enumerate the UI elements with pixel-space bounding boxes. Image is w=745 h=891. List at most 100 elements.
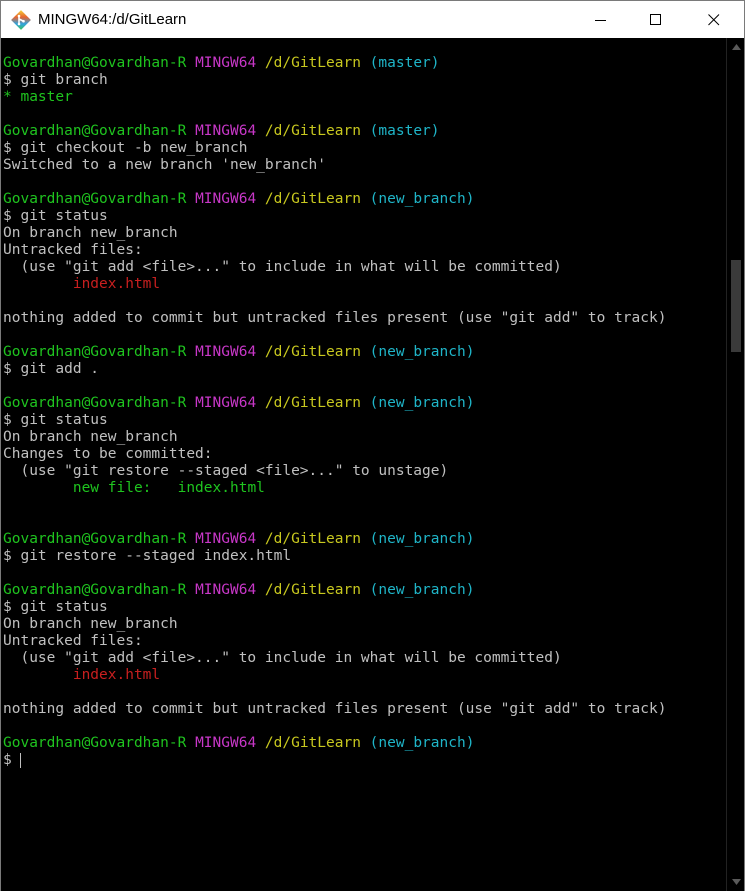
close-button[interactable]	[691, 1, 737, 39]
terminal-text: Switched to a new branch 'new_branch'	[3, 157, 327, 173]
terminal-text: index.html	[72, 667, 161, 683]
terminal-text: Govardhan@Govardhan-R	[3, 191, 187, 207]
terminal-line: * master	[1, 89, 726, 106]
scrollbar-thumb[interactable]	[731, 260, 741, 352]
terminal-text: (use "git restore --staged <file>..." to…	[3, 463, 449, 479]
terminal-line: $ git status	[1, 599, 726, 616]
terminal-line: Govardhan@Govardhan-R MINGW64 /d/GitLear…	[1, 735, 726, 752]
git-bash-icon	[11, 10, 31, 30]
terminal-line: $ git restore --staged index.html	[1, 548, 726, 565]
window-title: MINGW64:/d/GitLearn	[38, 11, 187, 28]
terminal-line: Govardhan@Govardhan-R MINGW64 /d/GitLear…	[1, 55, 726, 72]
terminal-line: (use "git add <file>..." to include in w…	[1, 259, 726, 276]
terminal-line: nothing added to commit but untracked fi…	[1, 701, 726, 718]
minimize-icon	[595, 20, 606, 21]
terminal-line: index.html	[1, 667, 726, 684]
terminal-line: $ git add .	[1, 361, 726, 378]
terminal-line: new file: index.html	[1, 480, 726, 497]
terminal-text: (new_branch)	[369, 735, 475, 751]
terminal-line: $ git status	[1, 208, 726, 225]
terminal-text: (master)	[369, 123, 440, 139]
terminal-text: MINGW64	[195, 55, 257, 71]
terminal-line: Govardhan@Govardhan-R MINGW64 /d/GitLear…	[1, 395, 726, 412]
terminal-line: Untracked files:	[1, 633, 726, 650]
title-bar[interactable]: MINGW64:/d/GitLearn	[0, 0, 745, 38]
terminal-text: Untracked files:	[3, 633, 143, 649]
prompt-symbol: $	[3, 752, 12, 768]
terminal-text: MINGW64	[195, 531, 257, 547]
terminal-line: $ git checkout -b new_branch	[1, 140, 726, 157]
terminal-line: On branch new_branch	[1, 225, 726, 242]
terminal-text: MINGW64	[195, 395, 257, 411]
maximize-icon	[650, 14, 661, 25]
terminal-text: nothing added to commit but untracked fi…	[3, 310, 667, 326]
terminal-text: $ git checkout -b new_branch	[3, 140, 248, 156]
terminal-text: (new_branch)	[369, 191, 475, 207]
terminal-text: nothing added to commit but untracked fi…	[3, 701, 667, 717]
terminal-line: Govardhan@Govardhan-R MINGW64 /d/GitLear…	[1, 123, 726, 140]
terminal-text: /d/GitLearn	[264, 395, 361, 411]
terminal-text: index.html	[72, 276, 161, 292]
terminal-text: /d/GitLearn	[264, 582, 361, 598]
terminal-text: Govardhan@Govardhan-R	[3, 55, 187, 71]
terminal-text: /d/GitLearn	[264, 123, 361, 139]
terminal-line: Govardhan@Govardhan-R MINGW64 /d/GitLear…	[1, 531, 726, 548]
terminal-text: /d/GitLearn	[264, 344, 361, 360]
command-prompt[interactable]: $	[1, 752, 726, 769]
terminal-text: * master	[3, 89, 73, 105]
maximize-button[interactable]	[633, 1, 679, 39]
terminal-line: Govardhan@Govardhan-R MINGW64 /d/GitLear…	[1, 191, 726, 208]
terminal-line: Changes to be committed:	[1, 446, 726, 463]
scroll-up-icon[interactable]	[732, 44, 741, 50]
terminal-text: /d/GitLearn	[264, 531, 361, 547]
terminal-text: MINGW64	[195, 344, 257, 360]
terminal-text: /d/GitLearn	[264, 191, 361, 207]
terminal-line: Govardhan@Govardhan-R MINGW64 /d/GitLear…	[1, 582, 726, 599]
scroll-down-icon[interactable]	[732, 879, 741, 885]
terminal-text: $ git status	[3, 412, 108, 428]
terminal-text: (new_branch)	[369, 582, 475, 598]
terminal-line: On branch new_branch	[1, 616, 726, 633]
terminal-text: (new_branch)	[369, 395, 475, 411]
terminal-text: /d/GitLearn	[264, 735, 361, 751]
terminal-text: $ git restore --staged index.html	[3, 548, 292, 564]
terminal-text: $ git add .	[3, 361, 100, 377]
terminal-output[interactable]: Govardhan@Govardhan-R MINGW64 /d/GitLear…	[0, 38, 726, 891]
terminal-line: (use "git restore --staged <file>..." to…	[1, 463, 726, 480]
terminal-text: On branch new_branch	[3, 429, 178, 445]
vertical-scrollbar[interactable]	[726, 38, 745, 891]
text-cursor	[19, 752, 21, 768]
terminal-line: nothing added to commit but untracked fi…	[1, 310, 726, 327]
terminal-text: Govardhan@Govardhan-R	[3, 344, 187, 360]
terminal-line: Switched to a new branch 'new_branch'	[1, 157, 726, 174]
terminal-text: (use "git add <file>..." to include in w…	[3, 259, 562, 275]
terminal-text: MINGW64	[195, 735, 257, 751]
minimize-button[interactable]	[578, 1, 624, 39]
